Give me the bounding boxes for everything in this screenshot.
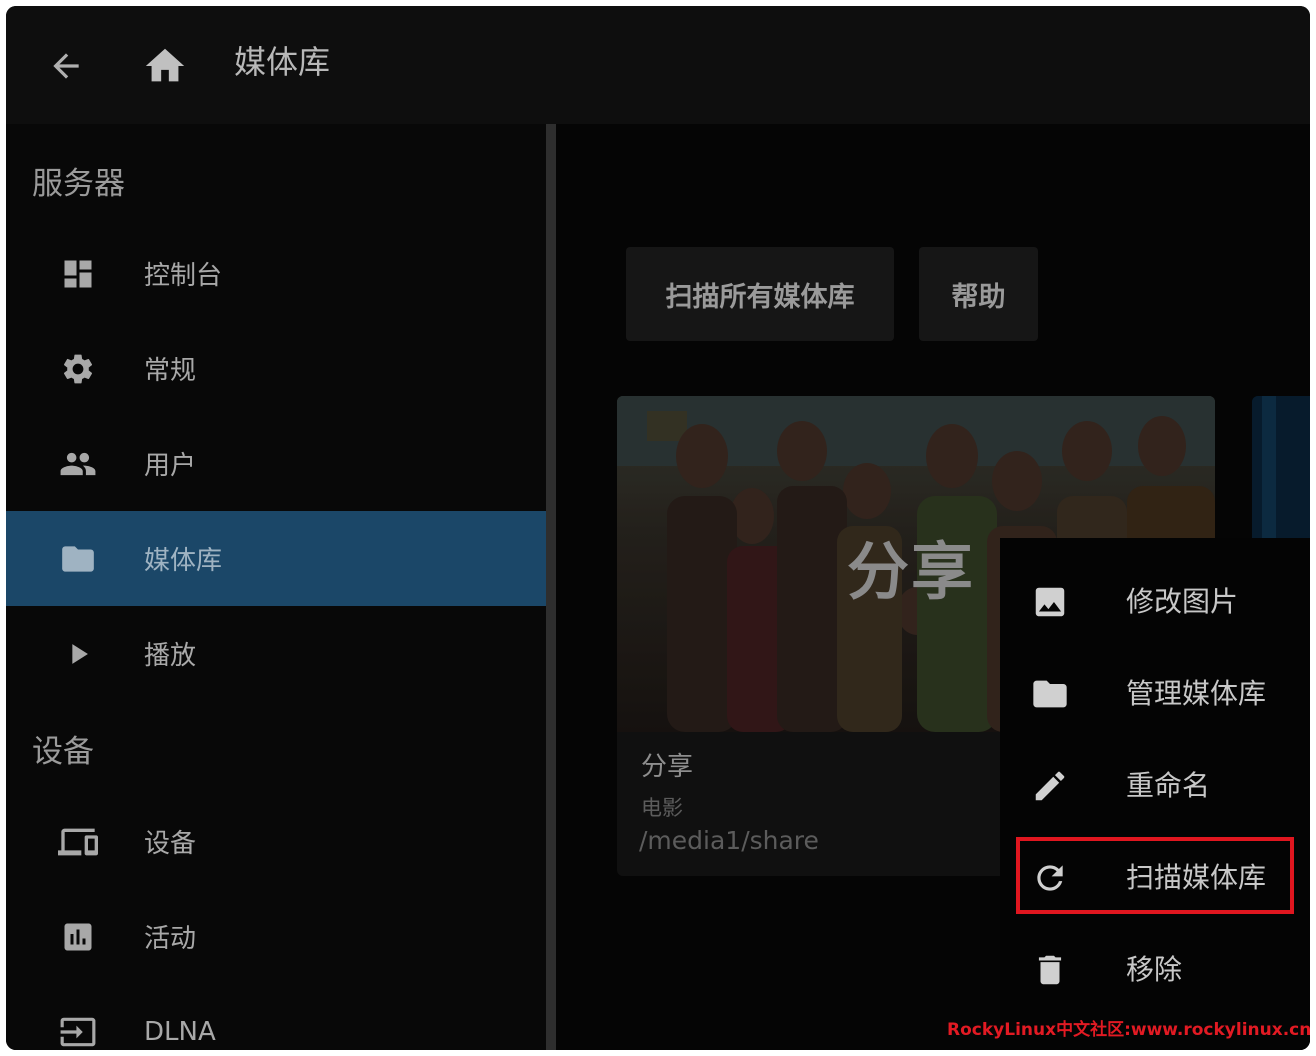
sidebar-item-general[interactable]: 常规 [6,321,546,416]
people-icon [58,444,98,484]
watermark: RockyLinux中文社区:www.rockylinux.cn [947,1020,1310,1040]
help-button[interactable]: 帮助 [919,247,1038,341]
highlight-annotation [1016,837,1294,914]
gear-icon [58,349,98,389]
poster-image [1252,396,1310,542]
sidebar-item-label: 常规 [144,356,197,386]
input-icon [58,1012,98,1051]
menu-item-label: 重命名 [1126,769,1211,802]
pencil-icon [1028,764,1072,808]
trash-icon [1028,948,1072,992]
back-button[interactable] [34,34,98,98]
library-type: 电影 [641,796,683,820]
sidebar-item-label: 设备 [144,829,197,859]
sidebar-item-dlna[interactable]: DLNA [6,984,546,1050]
sidebar-item-label: 活动 [144,924,197,954]
sidebar-item-devices[interactable]: 设备 [6,794,546,889]
library-card-partial[interactable] [1252,396,1310,542]
menu-item-label: 移除 [1126,953,1183,986]
sidebar-item-playback[interactable]: 播放 [6,606,546,701]
home-button[interactable] [133,34,197,98]
folder-icon [58,539,98,579]
poster-overlay-title: 分享 [847,535,976,608]
top-bar: 媒体库 [6,6,1310,124]
menu-item-label: 管理媒体库 [1126,677,1267,710]
menu-item-edit-image[interactable]: 修改图片 [1000,556,1310,648]
devices-icon [58,822,98,862]
menu-item-remove[interactable]: 移除 [1000,924,1310,1016]
library-path: /media1/share [639,826,819,855]
menu-item-label: 修改图片 [1126,585,1239,618]
menu-item-manage-library[interactable]: 管理媒体库 [1000,648,1310,740]
sidebar-item-label: 播放 [144,641,197,671]
image-icon [1028,580,1072,624]
activity-chart-icon [58,917,98,957]
sidebar-item-dashboard[interactable]: 控制台 [6,226,546,321]
page-title: 媒体库 [234,43,331,81]
sidebar-item-label: DLNA [144,1016,216,1047]
library-name: 分享 [641,752,694,782]
app-window: 媒体库 服务器 控制台 常规 用户 媒体库 播放 设备 设备 活动 DLNA 扫… [6,6,1310,1050]
home-icon [145,48,185,82]
sidebar-scrollbar[interactable] [546,124,556,1050]
section-title-server: 服务器 [32,166,125,202]
sidebar: 服务器 控制台 常规 用户 媒体库 播放 设备 设备 活动 DLNA [6,124,546,1050]
sidebar-item-label: 用户 [144,451,197,481]
menu-item-rename[interactable]: 重命名 [1000,740,1310,832]
play-icon [58,634,98,674]
sidebar-item-label: 控制台 [144,261,223,291]
sidebar-item-libraries[interactable]: 媒体库 [6,511,546,606]
sidebar-item-label: 媒体库 [144,546,223,576]
dashboard-icon [58,254,98,294]
library-context-menu: 修改图片 管理媒体库 重命名 扫描媒体库 移除 [1000,538,1310,1050]
sidebar-item-activity[interactable]: 活动 [6,889,546,984]
folder-icon [1028,672,1072,716]
section-title-devices: 设备 [32,734,94,770]
sidebar-item-users[interactable]: 用户 [6,416,546,511]
arrow-left-icon [53,53,79,79]
scan-all-libraries-button[interactable]: 扫描所有媒体库 [626,247,894,341]
